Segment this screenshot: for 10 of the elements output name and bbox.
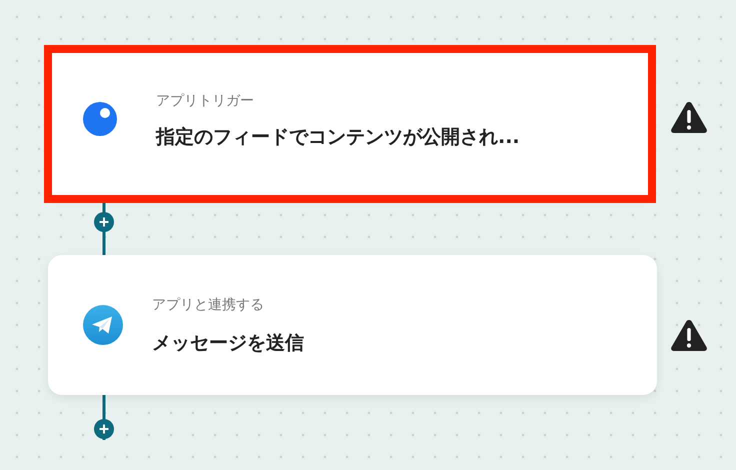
step-title: 指定のフィードでコンテンツが公開され... [156,125,520,150]
paper-plane-icon [83,305,123,345]
step-card[interactable]: アプリと連携する メッセージを送信 [48,255,657,395]
step-title: メッセージを送信 [152,331,304,356]
add-step-button[interactable] [94,212,114,232]
step-label: アプリと連携する [152,296,264,315]
add-step-button[interactable] [94,419,114,439]
step-label: アプリトリガー [156,92,254,111]
step-card[interactable]: アプリトリガー 指定のフィードでコンテンツが公開され... [52,53,648,195]
circle-icon [82,101,118,137]
